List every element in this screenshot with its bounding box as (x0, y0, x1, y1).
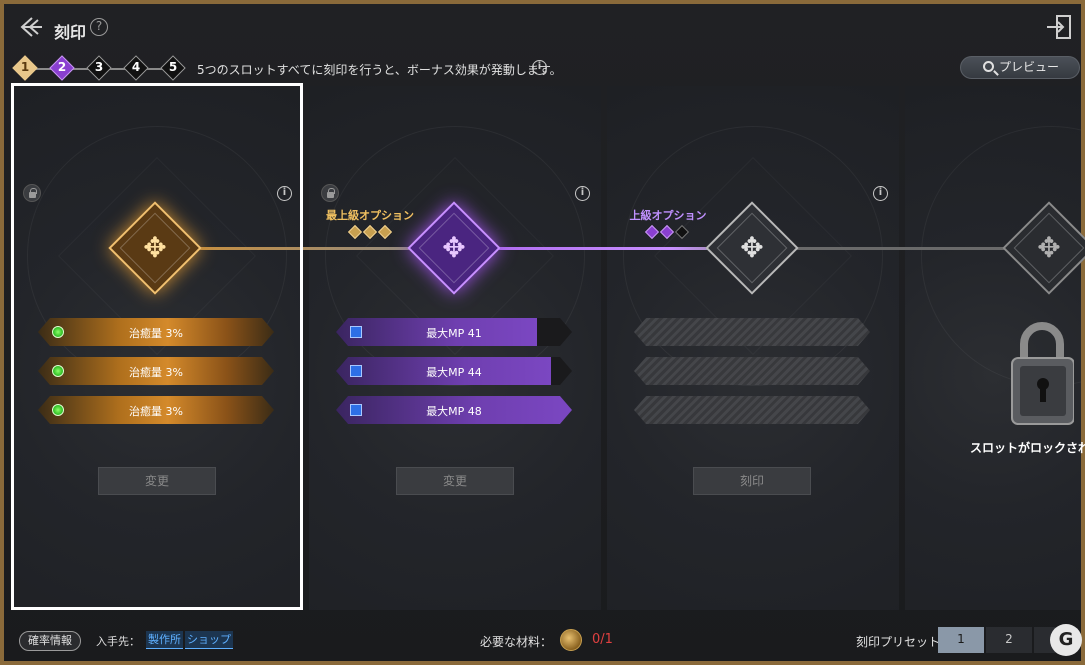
gem-icon (674, 224, 690, 240)
preset-label: 刻印プリセット (856, 635, 941, 649)
slot-2-info-icon[interactable]: i (575, 186, 590, 201)
workshop-link[interactable]: 製作所 (146, 631, 183, 649)
gem-icon (362, 224, 378, 240)
slot-1-info-icon[interactable]: i (277, 186, 292, 201)
exit-icon[interactable] (1045, 13, 1073, 41)
grade-label: 上級オプション (629, 209, 707, 222)
engrave-button[interactable]: 刻印 (693, 467, 811, 495)
slot-progress-steps: 1 2 3 4 5 (12, 55, 194, 81)
preview-button[interactable]: プレビュー (960, 56, 1080, 79)
option-label: 最大MP 48 (426, 405, 482, 418)
preset-tab-2[interactable]: 2 (986, 627, 1032, 653)
preset-tab-1[interactable]: 1 (938, 627, 984, 653)
grade-gems (347, 224, 398, 240)
info-icon[interactable]: i (532, 60, 547, 75)
option-label: 最大MP 41 (426, 327, 482, 340)
lock-icon (1011, 322, 1074, 425)
option-label: 治癒量 3% (129, 327, 183, 340)
option-label: 治癒量 3% (129, 405, 183, 418)
material-coin-icon (560, 629, 582, 651)
back-arrow-icon[interactable] (18, 14, 44, 40)
gem-icon (644, 224, 660, 240)
footer: 確率情報 入手先： 製作所 ショップ 必要な材料： 0/1 刻印プリセット 1 … (4, 622, 1081, 660)
step-1-label: 1 (20, 60, 30, 74)
gem-icon (659, 224, 675, 240)
step-2-label: 2 (57, 60, 67, 74)
unlock-icon[interactable] (321, 184, 339, 202)
option-row: 最大MP 44 (336, 357, 572, 385)
option-row-empty (634, 357, 870, 385)
slot-locked-message: スロットがロックされて (970, 441, 1085, 455)
watermark-logo: G (1050, 624, 1082, 656)
shop-link[interactable]: ショップ (185, 631, 233, 649)
unlock-icon[interactable] (23, 184, 41, 202)
gem-icon (347, 224, 363, 240)
slot-panel-2[interactable] (309, 86, 601, 610)
step-4-label: 4 (131, 60, 141, 74)
step-3-label: 3 (94, 60, 104, 74)
slot-3-info-icon[interactable]: i (873, 186, 888, 201)
option-row: 治癒量 3% (38, 357, 274, 385)
page-title: 刻印 (54, 23, 87, 42)
header: 刻印 ? (4, 4, 1081, 52)
grade-label: 最上級オプション (326, 209, 414, 222)
step-5-label: 5 (168, 60, 178, 74)
search-icon (983, 61, 994, 72)
option-row: 治癒量 3% (38, 396, 274, 424)
bonus-description: 5つのスロットすべてに刻印を行うと、ボーナス効果が発動します。 (197, 63, 562, 77)
option-label: 最大MP 44 (426, 366, 482, 379)
material-count: 0/1 (592, 632, 613, 647)
option-label: 治癒量 3% (129, 366, 183, 379)
gem-icon (377, 224, 393, 240)
help-icon[interactable]: ? (90, 18, 108, 36)
slot-panel-1[interactable] (11, 86, 303, 610)
change-button[interactable]: 変更 (98, 467, 216, 495)
option-row-empty (634, 396, 870, 424)
material-label: 必要な材料： (480, 635, 553, 649)
slot-panel-3[interactable] (607, 86, 899, 610)
grade-gems (644, 224, 695, 240)
change-button[interactable]: 変更 (396, 467, 514, 495)
option-row: 最大MP 41 (336, 318, 572, 346)
probability-info-button[interactable]: 確率情報 (19, 631, 81, 651)
option-row: 最大MP 48 (336, 396, 572, 424)
preview-button-label: プレビュー (999, 60, 1060, 74)
source-label: 入手先： (96, 635, 140, 648)
option-row-empty (634, 318, 870, 346)
option-row: 治癒量 3% (38, 318, 274, 346)
